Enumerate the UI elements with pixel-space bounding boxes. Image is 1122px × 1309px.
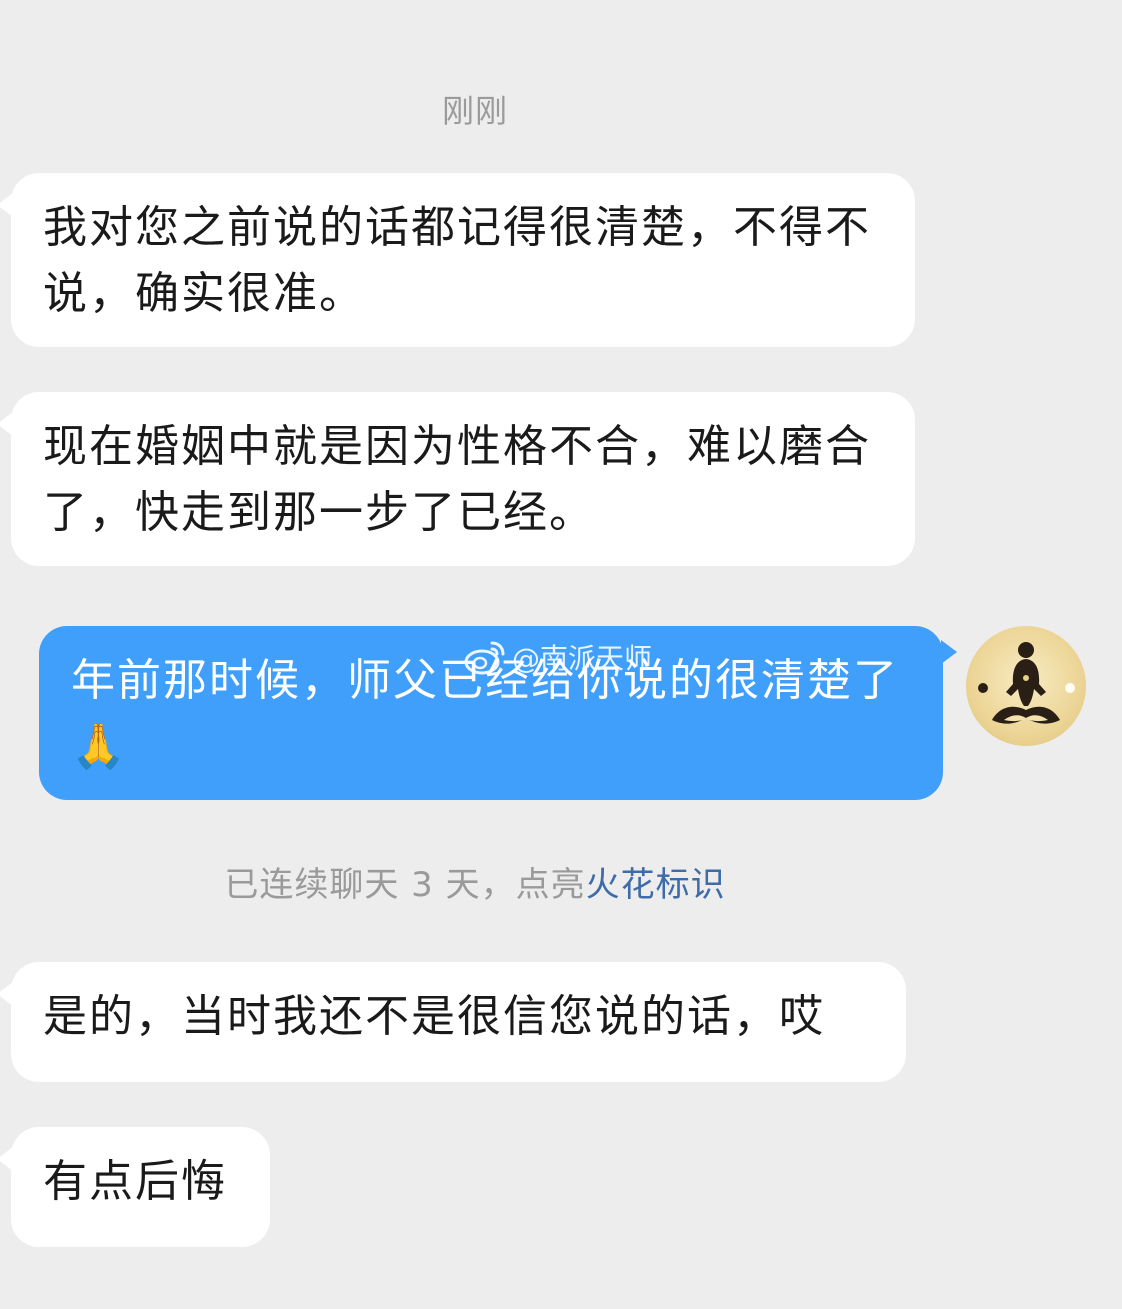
incoming-message-bubble[interactable]: 有点后悔 <box>0 1127 270 1247</box>
incoming-message-bubble[interactable]: 我对您之前说的话都记得很清楚，不得不说，确实很准。 <box>0 173 915 347</box>
message-text: 年前那时候，师父已经给你说的很清楚了🙏 <box>71 655 899 772</box>
incoming-message-bubble[interactable]: 是的，当时我还不是很信您说的话，哎 <box>0 962 906 1082</box>
outgoing-message-bubble[interactable]: 年前那时候，师父已经给你说的很清楚了🙏 <box>39 626 957 800</box>
meditating-figure-avatar[interactable] <box>966 626 1086 746</box>
meditating-figure-icon <box>978 642 1075 724</box>
message-text: 有点后悔 <box>43 1156 227 1207</box>
streak-notice: 已连续聊天 3 天，点亮火花标识 <box>0 857 950 906</box>
message-text: 我对您之前说的话都记得很清楚，不得不说，确实很准。 <box>43 202 871 319</box>
message-timestamp: 刚刚 <box>441 92 508 130</box>
incoming-message-bubble[interactable]: 现在婚姻中就是因为性格不合，难以磨合了，快走到那一步了已经。 <box>0 392 915 566</box>
message-text: 是的，当时我还不是很信您说的话，哎 <box>43 991 825 1042</box>
spark-badge-link[interactable]: 火花标识 <box>586 865 726 905</box>
streak-notice-text: 已连续聊天 3 天，点亮 <box>224 865 586 905</box>
message-text: 现在婚姻中就是因为性格不合，难以磨合了，快走到那一步了已经。 <box>43 421 871 538</box>
